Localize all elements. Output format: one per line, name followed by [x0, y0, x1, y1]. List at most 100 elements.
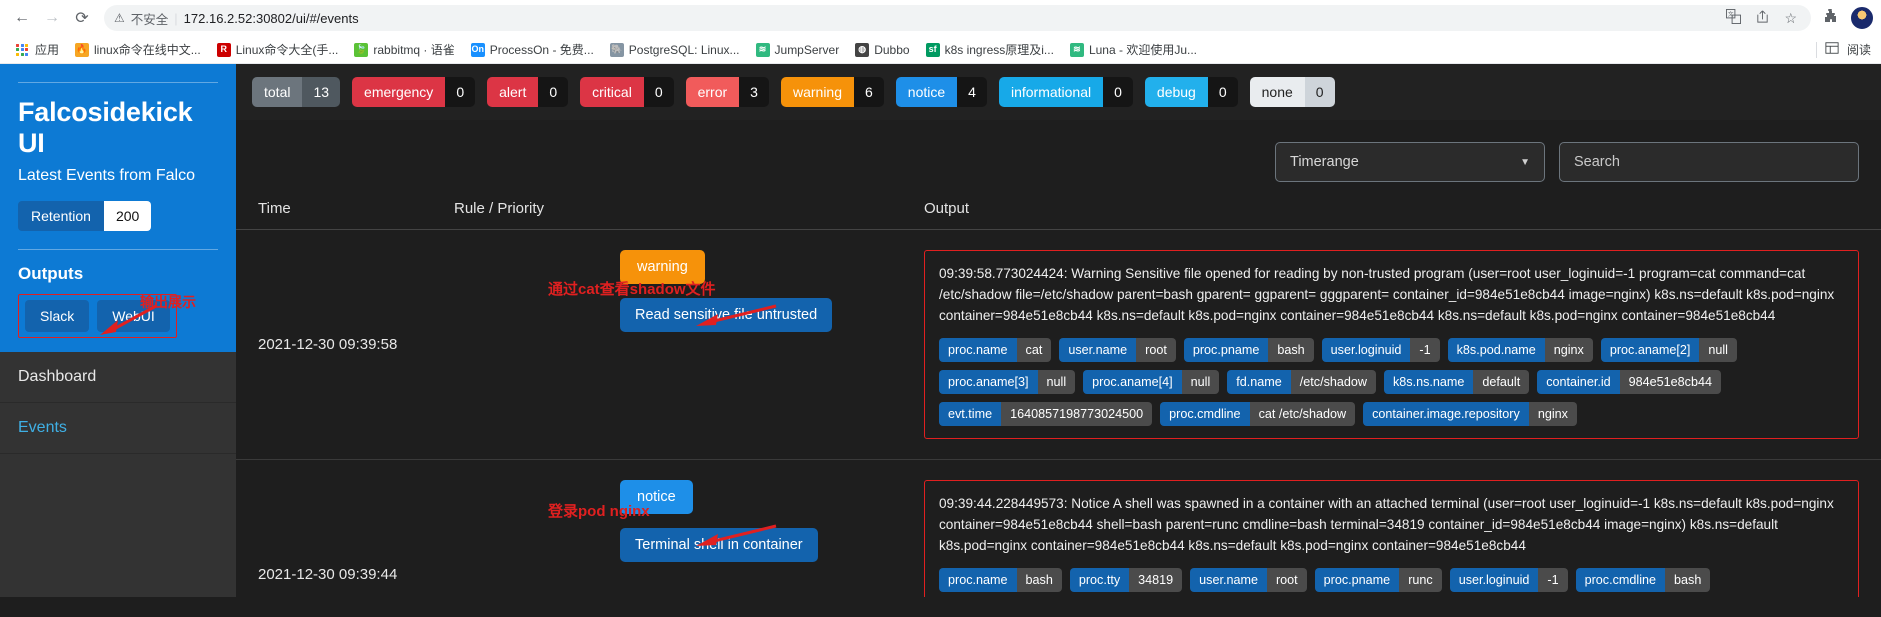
annotation-outputs: 输出展示	[140, 294, 196, 310]
tag-value: 34819	[1129, 568, 1183, 593]
event-rule-priority: notice Terminal shell in container	[454, 480, 924, 597]
tag-value: root	[1266, 568, 1307, 593]
retention-input[interactable]: 200	[103, 201, 152, 231]
event-output-text: 09:39:44.228449573: Notice A shell was s…	[939, 496, 1834, 554]
badge-label: alert	[487, 77, 539, 107]
badge-warning[interactable]: warning 6	[780, 77, 884, 107]
badge-label: notice	[895, 77, 958, 107]
stack-icon: ≋	[755, 42, 770, 57]
svg-text:文: 文	[1728, 10, 1734, 18]
bookmarks-bar: 应用 🔥 linux命令在线中文... R Linux命令大全(手... 🍃 r…	[0, 36, 1881, 64]
event-tag[interactable]: evt.time 1640857198773024500	[939, 402, 1153, 427]
back-icon[interactable]: ←	[8, 4, 36, 32]
chevron-down-icon: ▼	[1520, 156, 1530, 168]
badge-none[interactable]: none 0	[1249, 77, 1335, 107]
bookmark-k8s-ingress[interactable]: sf k8s ingress原理及i...	[918, 38, 1062, 61]
badge-critical[interactable]: critical 0	[580, 77, 674, 107]
badge-count: 0	[1304, 77, 1335, 107]
event-tag[interactable]: fd.name/etc/shadow	[1227, 370, 1376, 395]
rule-button[interactable]: Terminal shell in container	[620, 528, 818, 563]
badge-count: 4	[957, 77, 987, 107]
event-tag[interactable]: proc.name cat	[939, 338, 1052, 363]
address-bar[interactable]: ⚠ 不安全 | 172.16.2.52:30802/ui/#/events 文 …	[104, 5, 1811, 31]
extensions-icon[interactable]	[1823, 8, 1839, 28]
badge-debug[interactable]: debug 0	[1144, 77, 1238, 107]
sidebar-item-label: Events	[18, 419, 67, 436]
tag-value: /etc/shadow	[1290, 370, 1376, 395]
timerange-select[interactable]: Timerange ▼	[1275, 142, 1545, 182]
falcosidekick-app: Falcosidekick UI Latest Events from Falc…	[0, 64, 1881, 597]
bookmark-label: k8s ingress原理及i...	[944, 43, 1054, 57]
badge-total[interactable]: total 13	[252, 77, 341, 107]
profile-avatar[interactable]	[1851, 7, 1873, 29]
badge-informational[interactable]: informational 0	[998, 77, 1133, 107]
event-tag-list: proc.name bash proc.tty 34819 user.name roo…	[939, 568, 1844, 597]
event-tag[interactable]: proc.tty 34819	[1069, 568, 1183, 593]
leaf-icon: 🍃	[354, 42, 369, 57]
rule-button[interactable]: Read sensitive file untrusted	[620, 298, 833, 332]
tag-value: cat	[1016, 338, 1052, 363]
badge-alert[interactable]: alert 0	[487, 77, 569, 107]
tag-key: proc.tty	[1069, 568, 1130, 593]
event-tag[interactable]: proc.aname[3] null	[939, 370, 1076, 395]
reading-list-label[interactable]: 阅读	[1847, 41, 1871, 58]
badge-count: 0	[538, 77, 569, 107]
tag-value: -1	[1410, 338, 1440, 363]
translate-icon[interactable]: 文	[1726, 9, 1742, 27]
table-row[interactable]: 2021-12-30 09:39:44 notice Terminal shel…	[236, 460, 1881, 597]
tag-key: proc.aname[4]	[1083, 370, 1182, 395]
bookmark-luna[interactable]: ≋ Luna - 欢迎使用Ju...	[1062, 38, 1205, 61]
event-tag[interactable]: container.id 984e51e8cb44	[1537, 370, 1721, 395]
output-button-slack[interactable]: Slack	[25, 300, 90, 332]
bookmark-star-icon[interactable]: ☆	[1784, 10, 1797, 27]
bookmark-rabbitmq[interactable]: 🍃 rabbitmq · 语雀	[346, 38, 462, 61]
badge-count: 0	[445, 77, 476, 107]
table-row[interactable]: 2021-12-30 09:39:58 warning Read sensiti…	[236, 230, 1881, 461]
sidebar-divider-top	[18, 82, 218, 83]
badge-emergency[interactable]: emergency 0	[352, 77, 476, 107]
event-tag[interactable]: k8s.pod.name nginx	[1447, 338, 1593, 363]
event-tag[interactable]: proc.aname[4] null	[1083, 370, 1220, 395]
bookmark-linux-cmd-online[interactable]: 🔥 linux命令在线中文...	[67, 38, 209, 61]
badge-count: 6	[854, 77, 884, 107]
badge-error[interactable]: error 3	[685, 77, 769, 107]
column-header-rule-priority: Rule / Priority	[454, 200, 545, 217]
bookmark-processon[interactable]: On ProcessOn - 免费...	[463, 38, 602, 61]
share-icon[interactable]	[1755, 9, 1770, 27]
event-tag[interactable]: user.name root	[1190, 568, 1307, 593]
bookmark-apps[interactable]: 应用	[8, 38, 67, 61]
event-tag[interactable]: user.loginuid -1	[1321, 338, 1440, 363]
tag-value: cat /etc/shadow	[1249, 402, 1356, 427]
reload-icon[interactable]: ⟳	[68, 4, 96, 32]
event-tag[interactable]: proc.pname bash	[1183, 338, 1314, 363]
retention-control[interactable]: Retention 200	[18, 201, 152, 231]
tag-key: evt.time	[939, 402, 1002, 427]
event-tag[interactable]: user.name root	[1059, 338, 1176, 363]
sidebar-item-events[interactable]: Events	[0, 403, 236, 454]
event-tag[interactable]: proc.cmdline cat /etc/shadow	[1160, 402, 1356, 427]
reading-list-icon[interactable]	[1825, 41, 1839, 58]
forward-icon[interactable]: →	[38, 4, 66, 32]
bookmark-linux-cmd-manual[interactable]: R Linux命令大全(手...	[209, 38, 347, 61]
tag-value: null	[1699, 338, 1737, 363]
bookmark-postgresql[interactable]: 🐘 PostgreSQL: Linux...	[602, 40, 748, 60]
event-tag[interactable]: proc.pname runc	[1314, 568, 1442, 593]
event-tag[interactable]: proc.cmdline bash	[1575, 568, 1711, 593]
event-tag[interactable]: container.image.repository nginx	[1363, 402, 1577, 427]
bookmark-jumpserver[interactable]: ≋ JumpServer	[748, 40, 848, 60]
tag-key: proc.aname[3]	[939, 370, 1038, 395]
tag-value: bash	[1665, 568, 1711, 593]
badge-notice[interactable]: notice 4	[895, 77, 987, 107]
event-tag[interactable]: user.loginuid -1	[1449, 568, 1568, 593]
sidebar-item-dashboard[interactable]: Dashboard	[0, 352, 236, 403]
badge-label: debug	[1144, 77, 1208, 107]
badge-label: informational	[998, 77, 1104, 107]
not-secure-label: 不安全	[130, 12, 169, 27]
badge-label: total	[252, 77, 303, 107]
event-tag[interactable]: proc.aname[2] null	[1600, 338, 1737, 363]
bookmark-dubbo[interactable]: ◍ Dubbo	[847, 40, 917, 60]
event-tag[interactable]: k8s.ns.name default	[1383, 370, 1530, 395]
stack-icon: ≋	[1069, 42, 1084, 57]
search-input[interactable]: Search	[1559, 142, 1859, 182]
event-tag[interactable]: proc.name bash	[939, 568, 1062, 593]
